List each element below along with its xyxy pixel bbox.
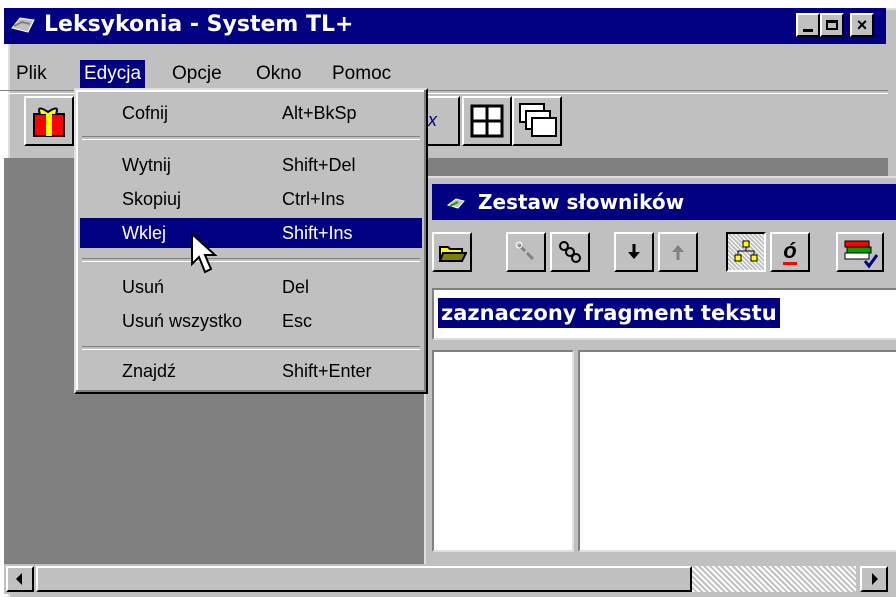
menu-item-undo[interactable]: Cofnij Alt+BkSp: [80, 98, 422, 128]
menu-item-label: Wklej: [122, 223, 166, 243]
tile-windows-icon: [470, 104, 504, 138]
toolbar-button-abc[interactable]: x: [426, 96, 460, 146]
menu-item-shortcut: Shift+Ins: [282, 223, 353, 243]
arrow-down-icon: [628, 244, 640, 259]
open-folder-icon: [438, 246, 467, 262]
link-icon: [515, 241, 535, 261]
menu-item-delete[interactable]: Usuń Del: [80, 272, 422, 302]
word-list-pane[interactable]: [432, 350, 574, 552]
menu-separator: [82, 258, 420, 262]
move-down-button[interactable]: [614, 232, 654, 272]
menu-edycja[interactable]: Edycja: [80, 60, 146, 88]
menu-pomoc[interactable]: Pomoc: [328, 60, 395, 88]
accent-o-icon: ó: [783, 237, 797, 265]
minimize-button[interactable]: [796, 13, 820, 37]
search-input[interactable]: zaznaczony fragment tekstu: [432, 288, 896, 340]
menu-item-delete-all[interactable]: Usuń wszystko Esc: [80, 306, 422, 336]
open-folder-button[interactable]: [432, 232, 472, 272]
close-button[interactable]: ×: [850, 13, 874, 37]
menu-opcje[interactable]: Opcje: [168, 60, 226, 88]
child-title-bar[interactable]: Zestaw słowników: [432, 184, 896, 220]
gift-icon: [33, 107, 65, 137]
menu-item-paste[interactable]: Wklej Shift+Ins: [80, 218, 422, 248]
maximize-button[interactable]: [820, 13, 844, 37]
menu-edycja-label: Edycja: [84, 63, 142, 84]
menu-bar: Plik Edycja Opcje Okno Pomoc: [4, 56, 886, 88]
chain-button[interactable]: [550, 232, 590, 272]
text-format-icon: x: [428, 110, 437, 130]
menu-okno-label: Okno: [256, 63, 302, 84]
menu-item-shortcut: Shift+Del: [282, 155, 356, 175]
menu-item-label: Usuń: [122, 277, 165, 297]
toolbar-button-cascade[interactable]: [512, 96, 562, 146]
title-bar[interactable]: Leksykonia - System TL+ ×: [4, 8, 886, 44]
menu-okno[interactable]: Okno: [252, 60, 305, 88]
menu-item-shortcut: Ctrl+Ins: [282, 189, 345, 209]
menu-plik-label: Plik: [16, 63, 47, 84]
menu-item-cut[interactable]: Wytnij Shift+Del: [80, 150, 422, 180]
arrow-up-icon: [672, 245, 684, 260]
books-icon: [446, 198, 465, 209]
book-check-icon: [844, 240, 879, 269]
arrow-right-icon: [872, 573, 878, 585]
menu-separator: [82, 136, 420, 140]
cascade-windows-icon: [519, 103, 557, 137]
mouse-pointer-icon: [191, 232, 218, 274]
menu-item-label: Usuń wszystko: [122, 311, 243, 331]
menu-plik[interactable]: Plik: [12, 60, 51, 88]
scroll-thumb[interactable]: [36, 566, 692, 592]
edit-menu-dropdown: Cofnij Alt+BkSp Wytnij Shift+Del Skopiuj…: [74, 88, 428, 394]
menu-item-label: Wytnij: [122, 155, 171, 175]
tree-view-button[interactable]: [726, 232, 766, 272]
menu-opcje-label: Opcje: [172, 63, 222, 84]
dictionary-set-window: Zestaw słowników ó zaznaczony fragment t…: [424, 176, 896, 568]
menu-item-shortcut: Del: [282, 277, 310, 297]
arrow-left-icon: [16, 573, 22, 585]
close-icon: ×: [856, 14, 868, 35]
maximize-icon: [826, 20, 838, 30]
menu-item-shortcut: Alt+BkSp: [282, 103, 357, 123]
horizontal-scrollbar[interactable]: [4, 564, 888, 594]
window-title: Leksykonia - System TL+: [44, 12, 354, 37]
toolbar-button-gift[interactable]: [24, 96, 74, 146]
scroll-right-button[interactable]: [860, 566, 888, 592]
menu-item-label: Skopiuj: [122, 189, 182, 209]
menu-item-copy[interactable]: Skopiuj Ctrl+Ins: [80, 184, 422, 214]
chain-icon: [559, 241, 581, 263]
menu-pomoc-label: Pomoc: [332, 63, 392, 84]
tree-icon: [734, 240, 758, 262]
menu-separator: [82, 346, 420, 350]
accent-button[interactable]: ó: [770, 232, 810, 272]
move-up-button[interactable]: [658, 232, 698, 272]
minimize-icon: [803, 28, 813, 32]
app-logo-icon: [11, 17, 35, 33]
menu-item-find[interactable]: Znajdź Shift+Enter: [80, 356, 422, 386]
child-window-title: Zestaw słowników: [478, 190, 685, 214]
toolbar-button-tile[interactable]: [462, 96, 512, 146]
menu-item-shortcut: Esc: [282, 311, 313, 331]
menu-item-label: Cofnij: [122, 103, 169, 123]
selected-text: zaznaczony fragment tekstu: [438, 298, 780, 328]
menu-item-shortcut: Shift+Enter: [282, 361, 372, 381]
dictionary-check-button[interactable]: [836, 232, 884, 272]
scroll-left-button[interactable]: [6, 566, 34, 592]
menu-item-label: Znajdź: [122, 361, 177, 381]
definition-pane[interactable]: [578, 350, 896, 552]
unlink-button[interactable]: [506, 232, 546, 272]
